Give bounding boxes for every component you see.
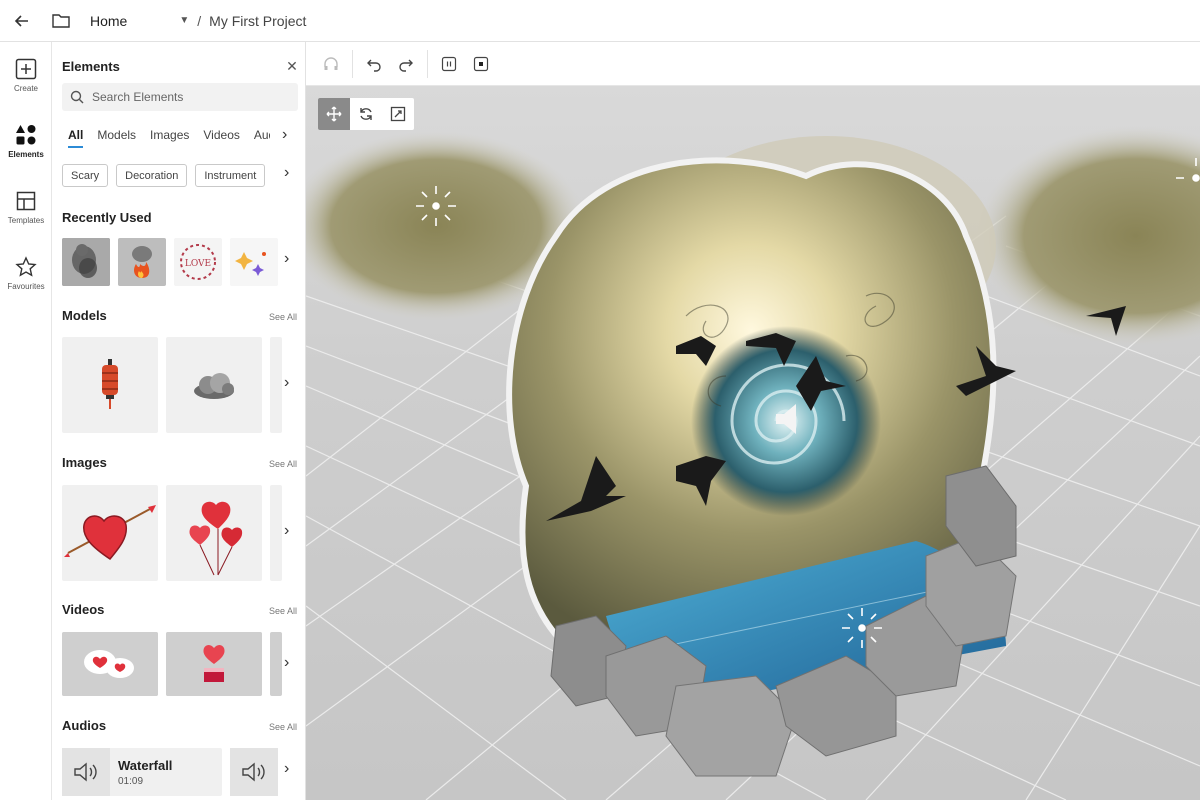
speaker-icon xyxy=(62,748,110,796)
panel-title: Elements xyxy=(62,59,120,74)
recent-scroll-right-icon[interactable]: › xyxy=(284,250,289,268)
scale-icon[interactable] xyxy=(382,98,414,130)
headphones-icon[interactable] xyxy=(318,51,344,77)
tabs-scroll-right-icon[interactable]: › xyxy=(282,126,287,144)
model-cloud[interactable] xyxy=(166,337,262,433)
recent-item-smoke[interactable] xyxy=(62,238,110,286)
breadcrumb-separator: / xyxy=(197,12,202,29)
video-heart-cake[interactable] xyxy=(166,632,262,696)
filter-chips: Scary Decoration Instrument xyxy=(62,164,298,188)
videos-title: Videos xyxy=(62,602,105,617)
audio-duration: 01:09 xyxy=(118,775,144,787)
images-scroll-right-icon[interactable]: › xyxy=(284,522,289,540)
tab-audios[interactable]: Audios xyxy=(254,128,270,146)
redo-icon[interactable] xyxy=(393,51,419,77)
light-marker-icon xyxy=(842,608,882,648)
image-heart-arrow[interactable] xyxy=(62,485,158,581)
audios-scroll-right-icon[interactable]: › xyxy=(284,760,289,778)
toolbar-divider xyxy=(427,49,428,78)
tab-all[interactable]: All xyxy=(68,128,84,148)
breadcrumb-home[interactable]: Home xyxy=(90,13,127,29)
folder-icon[interactable] xyxy=(52,11,72,31)
rail-item-favourites[interactable]: Favourites xyxy=(0,240,52,306)
star-icon xyxy=(15,255,37,278)
chip-instrument[interactable]: Instrument xyxy=(195,164,266,187)
audio-item-waterfall[interactable]: Waterfall 01:09 xyxy=(62,748,222,796)
scene-canvas[interactable] xyxy=(306,86,1200,800)
models-scroll-right-icon[interactable]: › xyxy=(284,374,289,392)
scene-viewport[interactable] xyxy=(306,86,1200,800)
recent-item-fire[interactable] xyxy=(118,238,166,286)
elements-panel: Elements ✕ All Models Images Videos Audi… xyxy=(52,42,306,800)
layout-icon xyxy=(15,190,37,212)
rail-label-favourites: Favourites xyxy=(7,281,45,291)
videos-scroll-right-icon[interactable]: › xyxy=(284,654,289,672)
love-frame-text: LOVE xyxy=(185,259,211,269)
image-heart-balloons[interactable] xyxy=(166,485,262,581)
tab-videos[interactable]: Videos xyxy=(203,128,239,146)
tab-models[interactable]: Models xyxy=(97,128,136,146)
rail-item-templates[interactable]: Templates xyxy=(0,174,52,240)
light-marker-icon xyxy=(416,186,456,226)
video-card-partial[interactable] xyxy=(270,632,282,696)
chip-decoration[interactable]: Decoration xyxy=(116,164,188,187)
category-tabs: All Models Images Videos Audios xyxy=(68,128,300,148)
image-card-partial[interactable] xyxy=(270,485,282,581)
left-rail: Create Elements Templates Favourites xyxy=(0,42,52,800)
move-icon[interactable] xyxy=(318,98,350,130)
editor-toolbar xyxy=(306,42,1200,86)
rail-label-create: Create xyxy=(13,83,38,93)
search-icon xyxy=(70,90,84,104)
rail-item-elements[interactable]: Elements xyxy=(0,108,52,174)
videos-see-all[interactable]: See All xyxy=(269,606,297,616)
close-icon[interactable]: ✕ xyxy=(284,58,300,75)
pause-icon[interactable] xyxy=(436,51,462,77)
search-bar[interactable] xyxy=(62,83,298,111)
rail-item-create[interactable]: Create xyxy=(0,42,52,108)
recent-item-love-frame[interactable]: LOVE xyxy=(174,238,222,286)
rail-label-templates: Templates xyxy=(7,215,45,225)
breadcrumb-project[interactable]: My First Project xyxy=(209,13,306,29)
top-bar: Home ▼ / My First Project xyxy=(0,0,1200,42)
rail-label-elements: Elements xyxy=(8,149,44,159)
plus-square-icon xyxy=(15,58,37,80)
cloud-right xyxy=(976,126,1200,346)
audios-title: Audios xyxy=(62,718,107,733)
images-title: Images xyxy=(62,455,107,470)
toolbar-divider xyxy=(352,49,353,78)
shapes-icon xyxy=(15,124,37,146)
undo-icon[interactable] xyxy=(361,51,387,77)
rotate-icon[interactable] xyxy=(350,98,382,130)
panel-header: Elements ✕ xyxy=(62,58,300,75)
audios-see-all[interactable]: See All xyxy=(269,722,297,732)
chips-scroll-right-icon[interactable]: › xyxy=(284,164,289,182)
search-input[interactable] xyxy=(92,90,282,104)
caret-down-icon[interactable]: ▼ xyxy=(179,15,189,26)
transform-gizmo xyxy=(318,98,414,130)
recent-item-sparkles[interactable] xyxy=(230,238,278,286)
audio-item-partial[interactable] xyxy=(230,748,278,796)
models-title: Models xyxy=(62,308,107,323)
speaker-icon xyxy=(230,748,278,796)
back-arrow-icon[interactable] xyxy=(0,0,44,42)
models-see-all[interactable]: See All xyxy=(269,312,297,322)
audio-name: Waterfall xyxy=(118,757,173,773)
stop-icon[interactable] xyxy=(468,51,494,77)
model-card-partial[interactable] xyxy=(270,337,282,433)
chip-scary[interactable]: Scary xyxy=(62,164,109,187)
tab-images[interactable]: Images xyxy=(150,128,189,146)
video-speech-hearts[interactable] xyxy=(62,632,158,696)
model-lantern[interactable] xyxy=(62,337,158,433)
images-see-all[interactable]: See All xyxy=(269,459,297,469)
recently-used-title: Recently Used xyxy=(62,210,152,225)
